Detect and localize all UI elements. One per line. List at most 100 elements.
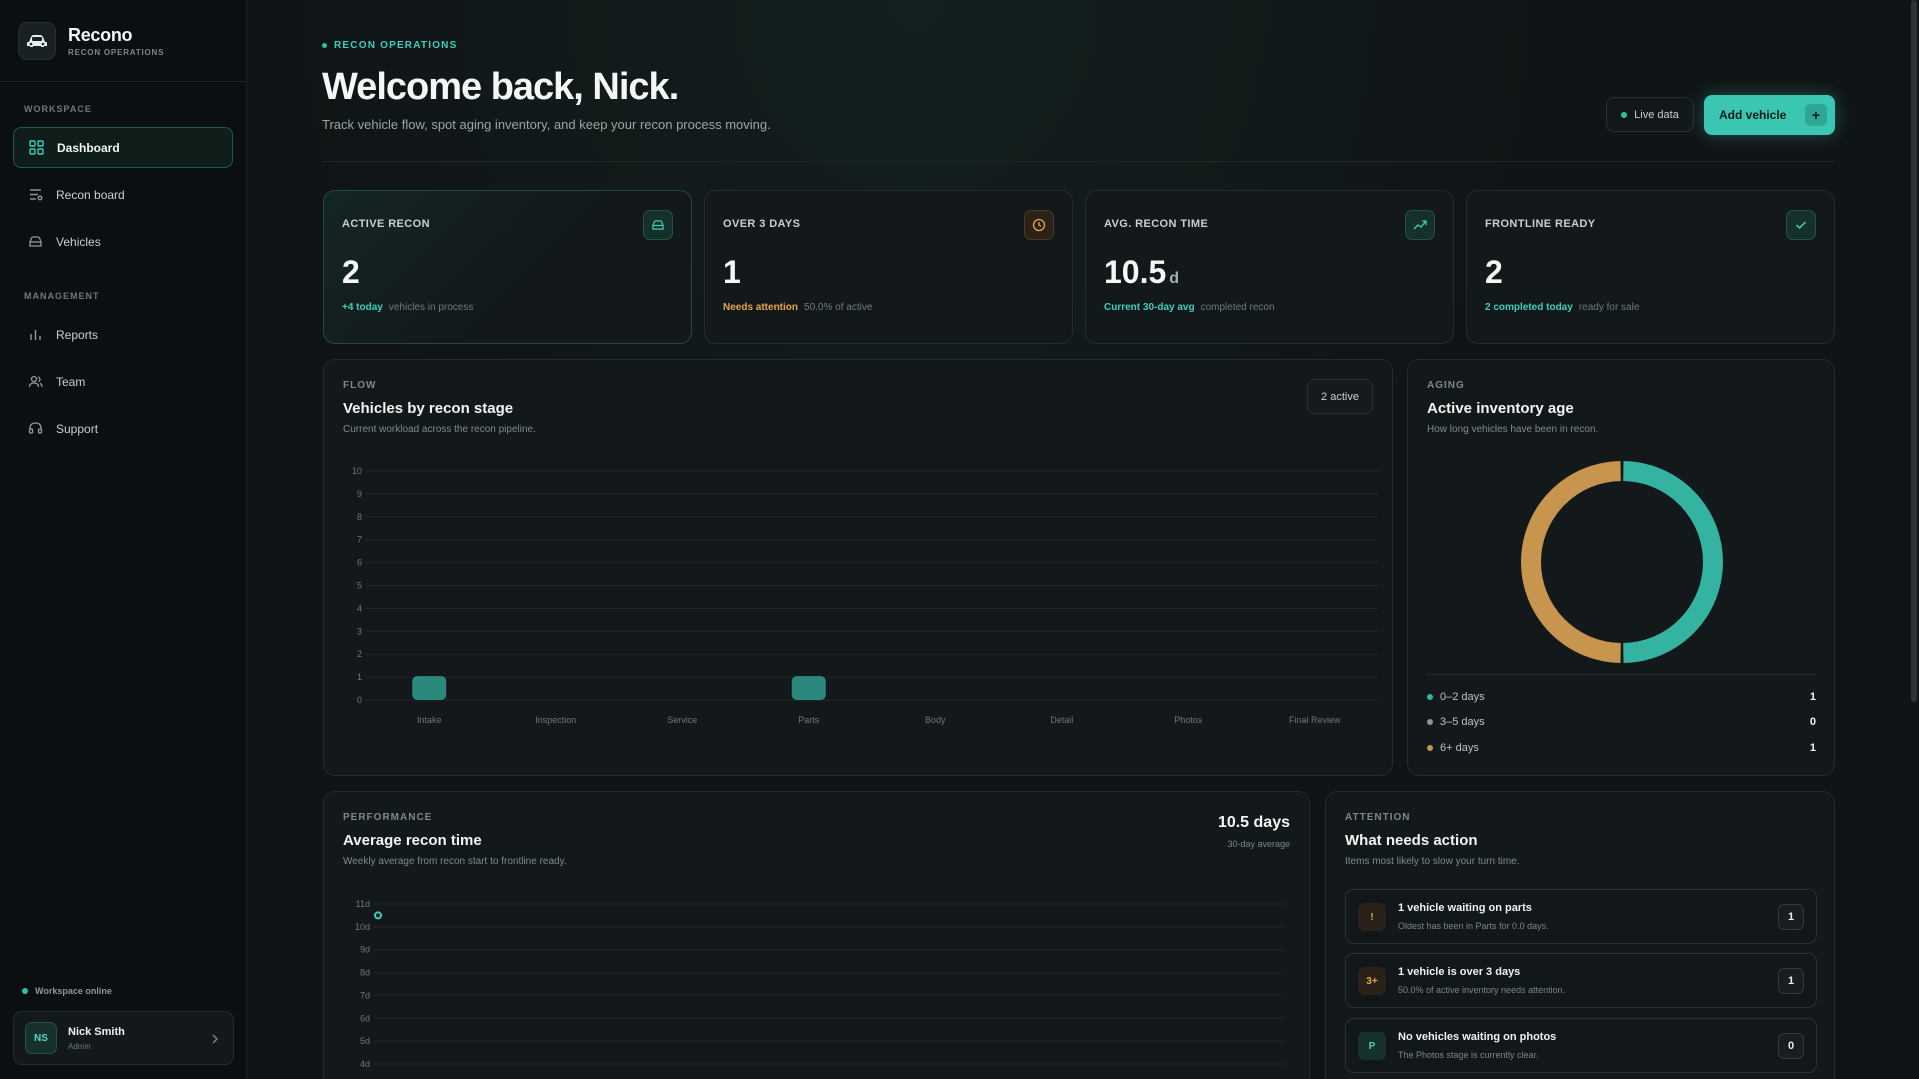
stat-note: vehicles in process <box>388 302 474 313</box>
sidebar-item-vehicles[interactable]: Vehicles <box>13 221 233 262</box>
x-tick-label: Detail <box>1050 715 1073 725</box>
x-tick-label: Parts <box>798 715 820 725</box>
stat-note: ready for sale <box>1578 302 1640 313</box>
y-tick-label: 6d <box>360 1013 370 1023</box>
sidebar-item-reports[interactable]: Reports <box>13 314 233 355</box>
live-data-button[interactable]: Live data <box>1606 97 1694 132</box>
legend-row: 6+ days 1 <box>1427 742 1816 754</box>
brand[interactable]: Recono RECON OPERATIONS <box>0 0 246 82</box>
stat-value: 10.5 d <box>1104 254 1179 291</box>
sidebar-item-label: Reports <box>56 327 99 342</box>
action-item-photos[interactable]: P No vehicles waiting on photos The Phot… <box>1345 1018 1817 1073</box>
action-subtitle: The Photos stage is currently clear. <box>1398 1050 1539 1060</box>
bar <box>412 676 447 700</box>
stat-foot: Current 30-day avg completed recon <box>1104 302 1275 313</box>
donut-slice <box>1623 461 1724 663</box>
attention-card: ATTENTION What needs action Items most l… <box>1325 791 1835 1079</box>
x-tick-label: Service <box>667 715 697 725</box>
performance-card: PERFORMANCE Average recon time Weekly av… <box>323 791 1310 1079</box>
status-dot-icon <box>22 988 28 994</box>
section-subtitle: Items most likely to slow your turn time… <box>1345 856 1520 867</box>
nav-section-workspace: WORKSPACE <box>24 104 92 114</box>
alert-icon: ! <box>1358 903 1386 931</box>
stat-highlight: Current 30-day avg <box>1104 302 1195 313</box>
stat-note: 50.0% of active <box>804 302 873 313</box>
stat-foot: 2 completed today ready for sale <box>1485 302 1639 313</box>
add-vehicle-button[interactable]: Add vehicle + <box>1704 95 1835 135</box>
sidebar-item-label: Recon board <box>56 187 125 202</box>
action-count: 1 <box>1778 904 1804 930</box>
y-tick-label: 1 <box>357 672 362 682</box>
check-icon <box>1786 210 1816 240</box>
stat-label: FRONTLINE READY <box>1485 218 1596 230</box>
x-tick-label: Intake <box>417 715 442 725</box>
avatar: NS <box>25 1022 57 1054</box>
legend-value: 1 <box>1809 742 1816 754</box>
sidebar-item-support[interactable]: Support <box>13 408 233 449</box>
stat-value-number: 10.5 <box>1104 254 1167 290</box>
clock-icon <box>1024 210 1054 240</box>
action-count: 0 <box>1778 1033 1804 1059</box>
recon-time-line-chart: 4d 5d 6d 7d 8d 9d 10d 11d <box>355 899 1284 1069</box>
sidebar-item-dashboard[interactable]: Dashboard <box>13 127 233 168</box>
stat-card-over-3-days[interactable]: OVER 3 DAYS 1 Needs attention 50.0% of ac… <box>704 190 1073 344</box>
x-tick-label: Inspection <box>535 715 576 725</box>
x-tick-label: Final Review <box>1289 715 1341 725</box>
legend-label: 6+ days <box>1440 742 1479 754</box>
bar <box>791 676 826 700</box>
age-donut-chart <box>1520 461 1724 663</box>
action-subtitle: Oldest has been in Parts for 0.0 days. <box>1398 921 1549 931</box>
sidebar-item-team[interactable]: Team <box>13 361 233 402</box>
action-title: 1 vehicle is over 3 days <box>1398 966 1521 978</box>
action-item-parts[interactable]: ! 1 vehicle waiting on parts Oldest has … <box>1345 889 1817 944</box>
scrollbar[interactable] <box>1911 0 1917 702</box>
action-title: 1 vehicle waiting on parts <box>1398 902 1532 914</box>
photos-icon: P <box>1358 1032 1386 1060</box>
action-title: No vehicles waiting on photos <box>1398 1031 1557 1043</box>
grid-icon <box>28 140 44 156</box>
page-title: Welcome back, Nick. <box>322 66 679 108</box>
stat-highlight: +4 today <box>342 302 383 313</box>
y-tick-label: 8 <box>357 512 362 522</box>
live-data-label: Live data <box>1634 108 1679 121</box>
legend-label: 0–2 days <box>1440 691 1485 703</box>
bar-chart-icon <box>27 327 43 343</box>
stat-foot: Needs attention 50.0% of active <box>723 302 872 313</box>
header-divider <box>322 161 1835 162</box>
flow-card: FLOW Vehicles by recon stage Current wor… <box>323 359 1393 776</box>
headset-icon <box>27 421 43 437</box>
sidebar-item-label: Vehicles <box>56 234 101 249</box>
car-icon <box>643 210 673 240</box>
plus-icon: + <box>1805 104 1827 126</box>
y-tick-label: 2 <box>357 649 362 659</box>
y-tick-label: 3 <box>357 626 362 636</box>
legend-dot-icon <box>1427 719 1433 725</box>
sidebar: Recono RECON OPERATIONS WORKSPACE Dashbo… <box>0 0 247 1079</box>
legend-label: 3–5 days <box>1440 716 1485 728</box>
action-item-over-3-days[interactable]: 3+ 1 vehicle is over 3 days 50.0% of act… <box>1345 953 1817 1008</box>
y-tick-label: 6 <box>357 558 362 568</box>
y-tick-label: 4 <box>357 603 362 613</box>
y-tick-label: 7d <box>360 990 370 1000</box>
stat-card-avg-recon-time[interactable]: AVG. RECON TIME 10.5 d Current 30-day avg… <box>1085 190 1454 344</box>
legend-row: 0–2 days 1 <box>1427 691 1816 703</box>
page-eyebrow-text: RECON OPERATIONS <box>334 40 458 51</box>
stat-card-active-recon[interactable]: ACTIVE RECON 2 +4 today vehicles in proce… <box>323 190 692 344</box>
stat-value-number: 2 <box>1485 254 1503 290</box>
car-logo-icon <box>18 21 56 60</box>
y-tick-label: 10d <box>355 922 370 932</box>
car-icon <box>27 234 43 250</box>
sidebar-item-label: Dashboard <box>57 140 120 155</box>
sidebar-item-recon-board[interactable]: Recon board <box>13 174 233 215</box>
action-subtitle: 50.0% of active inventory needs attentio… <box>1398 985 1566 995</box>
y-tick-label: 8d <box>360 968 370 978</box>
user-card[interactable]: NS Nick Smith Admin <box>13 1011 234 1065</box>
page-subtitle: Track vehicle flow, spot aging inventory… <box>322 117 771 132</box>
chevron-right-icon <box>211 1032 219 1050</box>
workspace-status-text: Workspace online <box>35 986 112 996</box>
stat-card-frontline-ready[interactable]: FRONTLINE READY 2 2 completed today ready… <box>1466 190 1835 344</box>
section-title: What needs action <box>1345 832 1478 849</box>
sidebar-item-label: Team <box>56 374 86 389</box>
y-tick-label: 10 <box>352 466 362 476</box>
legend-value: 1 <box>1809 691 1816 703</box>
